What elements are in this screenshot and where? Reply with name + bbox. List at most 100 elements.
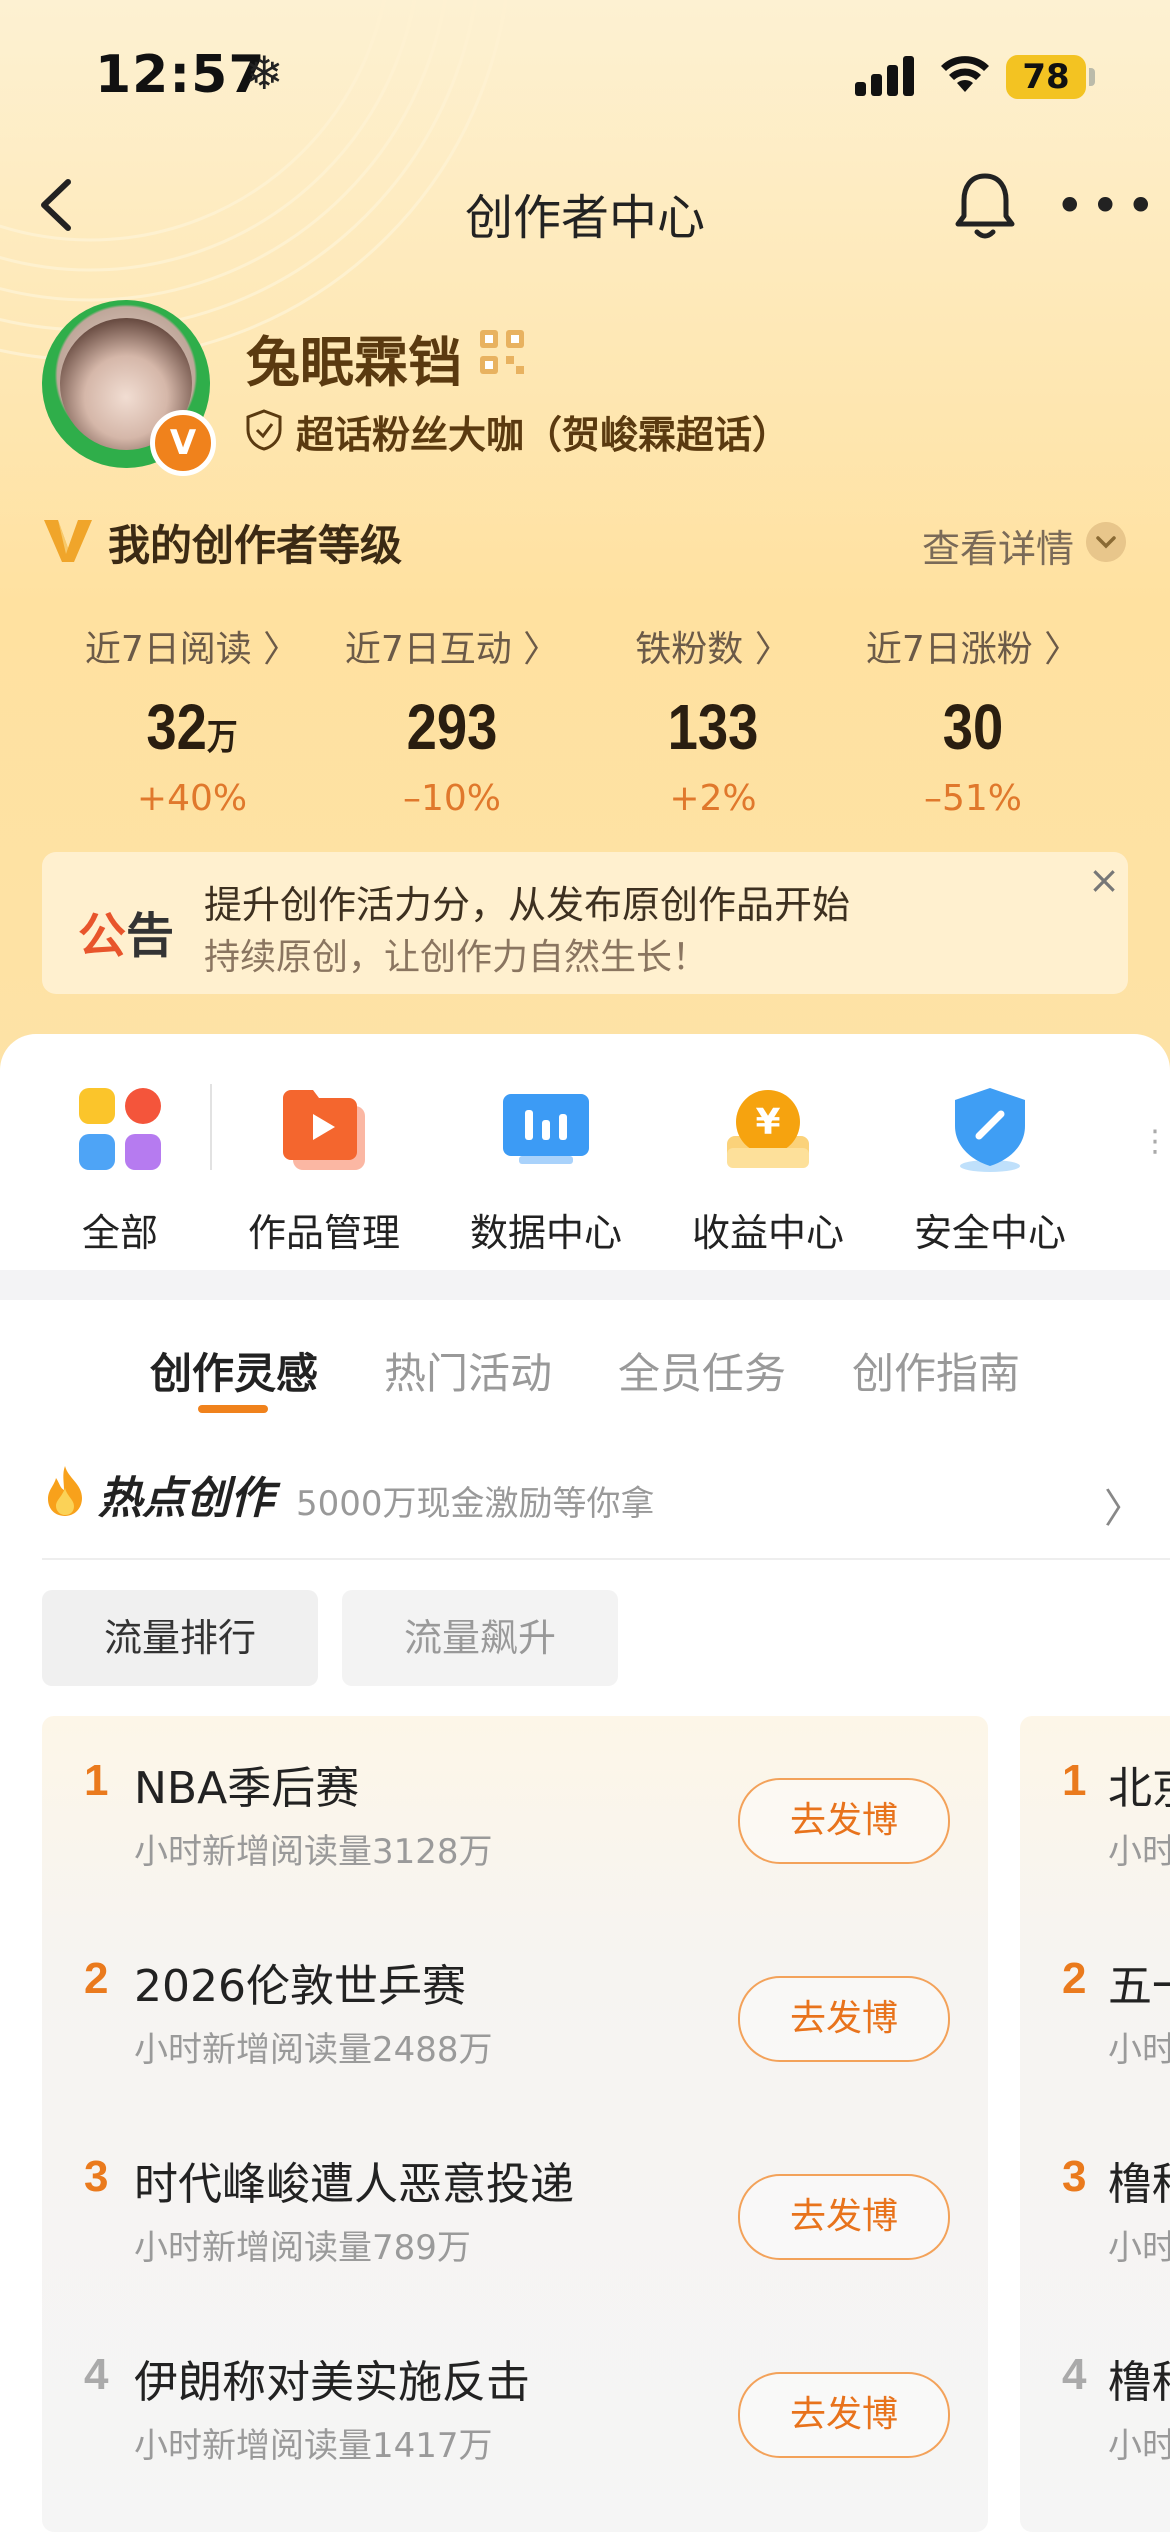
topic-reads: 小时新增阅读量3128万 xyxy=(134,1832,493,1872)
tab-creative-inspiration[interactable]: 创作灵感 xyxy=(150,1340,318,1401)
tools-card: 全部 作品管理 数据中心 ¥ 收益中心 安全中心 ⋮ xyxy=(0,1034,1170,1270)
tool-all[interactable]: 全部 xyxy=(20,1084,220,1257)
chevron-right-icon[interactable]: 〉 xyxy=(1104,1476,1144,1534)
active-tab-indicator xyxy=(198,1405,268,1413)
shield-icon xyxy=(246,409,282,451)
rank-number: 3 xyxy=(1062,2152,1087,2201)
play-folder-icon xyxy=(283,1090,365,1170)
wifi-icon xyxy=(941,56,989,92)
stat-change: –10% xyxy=(402,778,501,819)
bar-chart-monitor-icon xyxy=(503,1094,589,1164)
user-name[interactable]: 兔眠霖铛 xyxy=(246,318,462,397)
go-post-button[interactable]: 去发博 xyxy=(738,1976,950,2062)
stat-iron-fans[interactable]: 铁粉数 〉 133 +2% xyxy=(583,620,843,819)
topic-title[interactable]: 伊朗称对美实施反击 xyxy=(134,2346,530,2410)
stat-label: 近7日阅读 〉 xyxy=(84,629,300,670)
rank-number: 1 xyxy=(1062,1756,1087,1805)
tab-hot-events[interactable]: 热门活动 xyxy=(384,1340,552,1401)
stat-change: +2% xyxy=(669,778,757,819)
topic-reads: 小时 xyxy=(1108,2030,1170,2070)
stat-label: 近7日互动 〉 xyxy=(344,629,560,670)
list-item[interactable]: 3 橹种 小时 xyxy=(1020,2112,1170,2310)
list-item[interactable]: 2 五一 小时 xyxy=(1020,1914,1170,2112)
more-options-icon[interactable]: ••• xyxy=(1055,176,1155,236)
ranking-list-next: 1 北京 小时 2 五一 小时 3 橹种 小时 4 橹种 小时 xyxy=(1020,1716,1170,2532)
tool-security-center[interactable]: 安全中心 xyxy=(890,1084,1090,1257)
chevron-down-icon[interactable] xyxy=(1086,522,1126,562)
go-post-button[interactable]: 去发博 xyxy=(738,2174,950,2260)
inspiration-section: 创作灵感 热门活动 全员任务 创作指南 热点创作 5000万现金激励等你拿 〉 … xyxy=(0,1300,1170,2532)
yuan-coin-icon: ¥ xyxy=(727,1090,809,1168)
cellular-signal-icon xyxy=(855,56,914,96)
rank-number: 4 xyxy=(84,2350,109,2399)
hot-creation-subtitle: 5000万现金激励等你拿 xyxy=(296,1484,655,1524)
more-tools-indicator: ⋮ xyxy=(1140,1124,1170,1159)
status-time: 12:57 xyxy=(95,45,266,105)
list-item[interactable]: 1 NBA季后赛 小时新增阅读量3128万 去发博 xyxy=(42,1716,988,1914)
tool-label: 作品管理 xyxy=(247,1211,400,1255)
list-item[interactable]: 4 橹种 小时 xyxy=(1020,2310,1170,2508)
snowflake-icon: ❄ xyxy=(245,46,284,100)
close-icon[interactable]: × xyxy=(1082,858,1126,902)
filter-traffic-ranking[interactable]: 流量排行 xyxy=(42,1590,318,1686)
topic-title[interactable]: 北京 xyxy=(1108,1752,1170,1816)
shield-check-icon xyxy=(955,1088,1025,1172)
stat-change: +40% xyxy=(136,778,248,819)
topic-reads: 小时 xyxy=(1108,1832,1170,1872)
topic-reads: 小时新增阅读量789万 xyxy=(134,2228,471,2268)
stat-reads-7d[interactable]: 近7日阅读 〉 32万 +40% xyxy=(62,620,322,819)
battery-indicator: 78 xyxy=(1006,55,1086,99)
list-item[interactable]: 1 北京 小时 xyxy=(1020,1716,1170,1914)
tool-works-management[interactable]: 作品管理 xyxy=(224,1084,424,1257)
go-post-button[interactable]: 去发博 xyxy=(738,1778,950,1864)
tool-label: 收益中心 xyxy=(691,1211,844,1255)
topic-title[interactable]: NBA季后赛 xyxy=(134,1752,359,1816)
qr-code-icon[interactable] xyxy=(478,328,526,376)
list-item[interactable]: 2 2026伦敦世乒赛 小时新增阅读量2488万 去发博 xyxy=(42,1914,988,2112)
bell-icon[interactable] xyxy=(950,168,1020,244)
rank-number: 2 xyxy=(1062,1954,1087,2003)
divider xyxy=(210,1084,212,1170)
list-item[interactable]: 4 伊朗称对美实施反击 小时新增阅读量1417万 去发博 xyxy=(42,2310,988,2508)
topic-title[interactable]: 时代峰峻遭人恶意投递 xyxy=(134,2148,574,2212)
tool-earnings-center[interactable]: ¥ 收益中心 xyxy=(668,1084,868,1257)
creator-level-title: 我的创作者等级 xyxy=(108,521,403,570)
topic-title[interactable]: 橹种 xyxy=(1108,2346,1170,2410)
filter-traffic-surge[interactable]: 流量飙升 xyxy=(342,1590,618,1686)
topic-reads: 小时新增阅读量1417万 xyxy=(134,2426,493,2466)
status-bar: 12:57 ❄ 78 xyxy=(0,0,1170,150)
go-post-button[interactable]: 去发博 xyxy=(738,2372,950,2458)
tool-label: 全部 xyxy=(81,1211,158,1255)
rank-number: 2 xyxy=(84,1954,109,2003)
battery-tip xyxy=(1089,68,1095,86)
svg-text:¥: ¥ xyxy=(755,1102,780,1143)
topic-reads: 小时 xyxy=(1108,2426,1170,2466)
list-item[interactable]: 3 时代峰峻遭人恶意投递 小时新增阅读量789万 去发博 xyxy=(42,2112,988,2310)
tab-creative-guide[interactable]: 创作指南 xyxy=(852,1340,1020,1401)
stat-value: 133 xyxy=(667,691,759,763)
grid-apps-icon xyxy=(79,1088,161,1170)
announcement-subline: 持续原创，让创作力自然生长！ xyxy=(204,937,709,978)
tool-data-center[interactable]: 数据中心 xyxy=(446,1084,646,1257)
stat-value: 32万 xyxy=(146,691,238,763)
divider xyxy=(42,1558,1170,1560)
stat-label: 近7日涨粉 〉 xyxy=(865,629,1081,670)
stat-interactions-7d[interactable]: 近7日互动 〉 293 –10% xyxy=(322,620,582,819)
tab-all-member-tasks[interactable]: 全员任务 xyxy=(618,1340,786,1401)
stat-new-fans-7d[interactable]: 近7日涨粉 〉 30 –51% xyxy=(843,620,1103,819)
topic-title[interactable]: 2026伦敦世乒赛 xyxy=(134,1950,466,2014)
rank-number: 3 xyxy=(84,2152,109,2201)
stat-value: 293 xyxy=(406,691,498,763)
user-fan-title[interactable]: 超话粉丝大咖（贺峻霖超话） xyxy=(296,404,790,459)
topic-reads: 小时新增阅读量2488万 xyxy=(134,2030,493,2070)
stat-label: 铁粉数 〉 xyxy=(635,629,791,670)
announcement-banner[interactable]: 公告 提升创作活力分，从发布原创作品开始 持续原创，让创作力自然生长！ × xyxy=(42,852,1128,994)
topic-title[interactable]: 橹种 xyxy=(1108,2148,1170,2212)
announcement-headline: 提升创作活力分，从发布原创作品开始 xyxy=(204,883,851,927)
v-level-icon xyxy=(44,520,92,562)
tool-label: 安全中心 xyxy=(913,1211,1066,1255)
topic-title[interactable]: 五一 xyxy=(1108,1950,1170,2014)
tool-label: 数据中心 xyxy=(469,1211,622,1255)
view-details-link[interactable]: 查看详情 xyxy=(922,518,1074,573)
stat-change: –51% xyxy=(923,778,1022,819)
